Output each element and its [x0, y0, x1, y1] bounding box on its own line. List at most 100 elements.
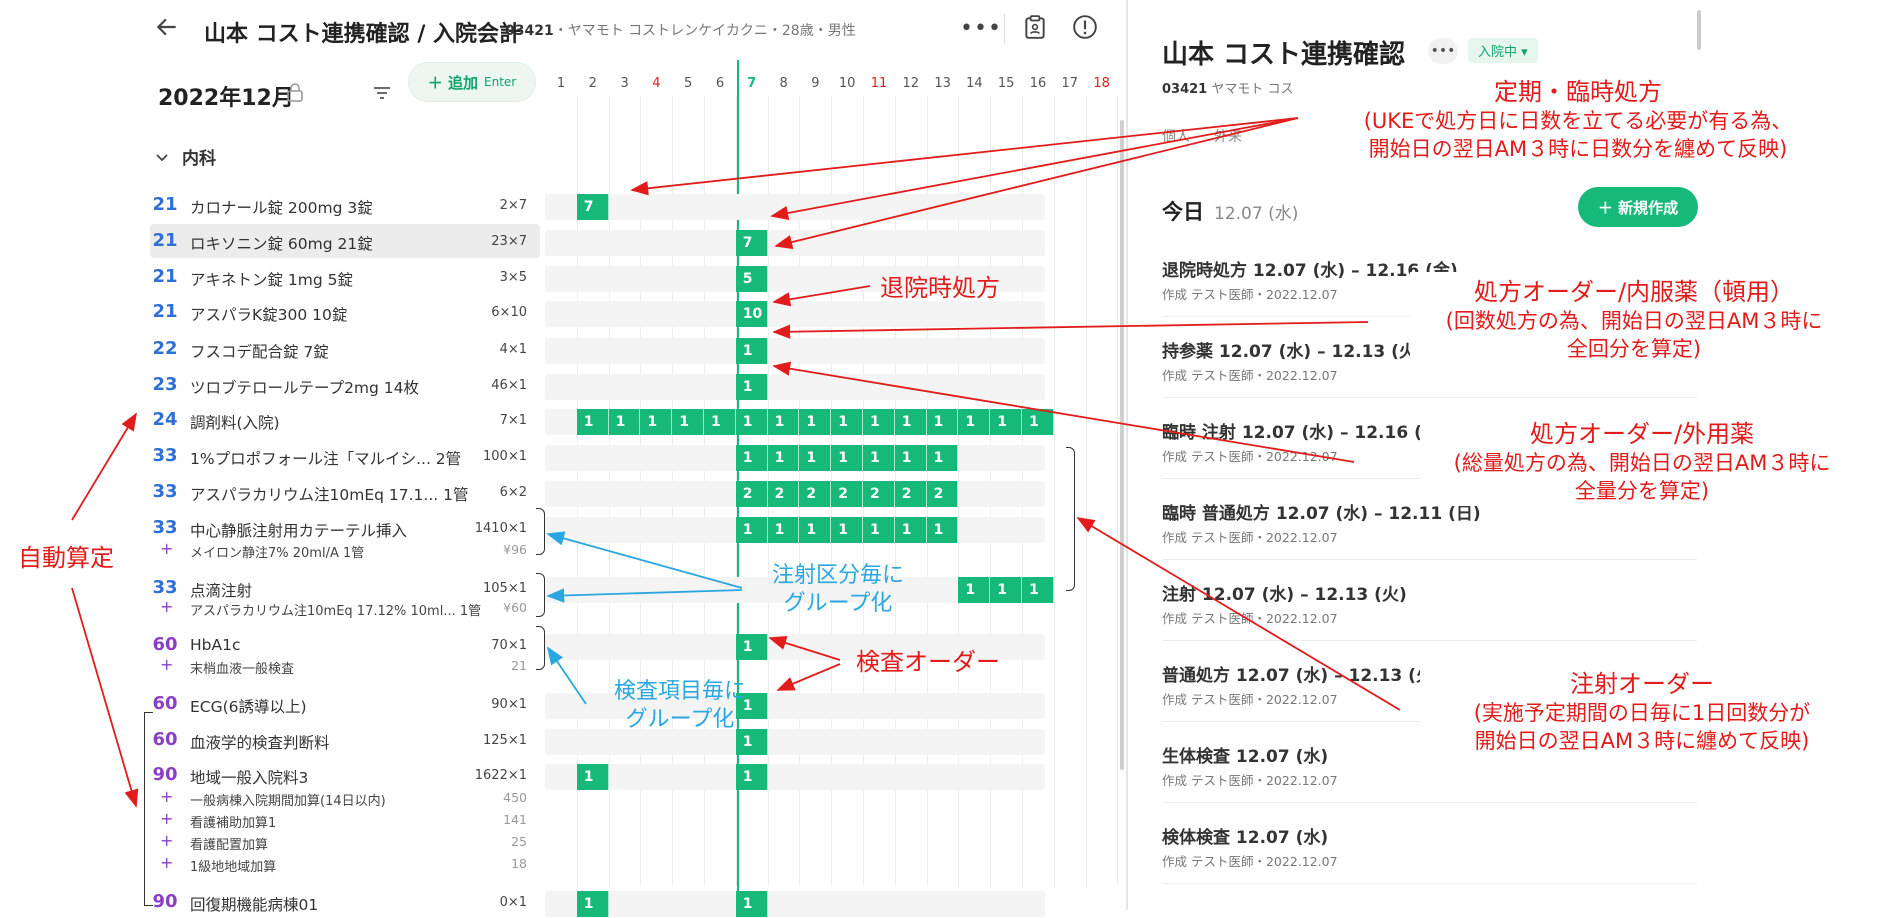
filter-button[interactable]: [372, 84, 392, 106]
schedule-cell[interactable]: 2: [799, 481, 832, 507]
schedule-cell[interactable]: 1: [831, 445, 863, 471]
schedule-cell[interactable]: 7: [735, 230, 768, 256]
schedule-cell[interactable]: 1: [704, 409, 736, 435]
annotation-teiki-line1: (UKEで処方日に日数を立てる必要が有る為、: [1363, 109, 1793, 133]
schedule-cell[interactable]: 2: [767, 481, 800, 507]
sub-item-name[interactable]: メイロン静注7% 20ml/A 1管: [190, 542, 364, 561]
add-button[interactable]: ＋ 追加 Enter: [408, 62, 536, 102]
schedule-cell[interactable]: 1: [640, 409, 673, 435]
schedule-cell[interactable]: 1: [767, 445, 800, 471]
schedule-cell[interactable]: 1: [1022, 409, 1054, 435]
schedule-cell[interactable]: 1: [735, 338, 768, 364]
row-timeline-track: [545, 374, 1045, 400]
schedule-cell[interactable]: 2: [735, 481, 768, 507]
tab-outpatient[interactable]: 外来: [1214, 126, 1242, 146]
schedule-cell[interactable]: 1: [990, 577, 1022, 603]
order-title[interactable]: 注射 12.07 (水) – 12.13 (火): [1162, 580, 1407, 605]
schedule-cell[interactable]: 1: [926, 445, 959, 471]
sub-item-name[interactable]: 一般病棟入院期間加算(14日以内): [190, 790, 386, 809]
schedule-cell[interactable]: 1: [767, 517, 800, 543]
schedule-cell[interactable]: 2: [894, 481, 927, 507]
row-name[interactable]: 血液学的検査判断料: [190, 731, 330, 753]
more-button[interactable]: •••: [960, 16, 1002, 41]
schedule-cell[interactable]: 10: [735, 301, 768, 327]
schedule-cell[interactable]: 1: [735, 891, 768, 917]
schedule-cell[interactable]: 1: [926, 409, 959, 435]
right-pane-scroll[interactable]: [1697, 10, 1701, 50]
schedule-cell[interactable]: 2: [926, 481, 959, 507]
row-name[interactable]: アスパラカリウム注10mEq 17.1... 1管: [190, 483, 468, 505]
schedule-cell[interactable]: 2: [831, 481, 863, 507]
left-pane-scrollbar[interactable]: [1120, 120, 1124, 770]
schedule-cell[interactable]: 1: [672, 409, 704, 435]
row-name[interactable]: アスパラK錠300 10錠: [190, 303, 347, 325]
row-name[interactable]: HbA1c: [190, 636, 240, 654]
row-name[interactable]: ツロブテロールテープ2mg 14枚: [190, 376, 419, 398]
row-name[interactable]: ロキソニン錠 60mg 21錠: [190, 232, 373, 254]
sub-item-name[interactable]: 看護補助加算1: [190, 812, 276, 831]
alert-button[interactable]: [1072, 14, 1098, 44]
annotation-kensa-group-line1: 検査項目毎に: [613, 679, 746, 704]
schedule-cell[interactable]: 1: [576, 409, 609, 435]
schedule-cell[interactable]: 1: [990, 409, 1022, 435]
row-name[interactable]: フスコデ配合錠 7錠: [190, 340, 329, 362]
order-title[interactable]: 臨時 注射 12.07 (水) – 12.16 (金): [1162, 418, 1447, 443]
schedule-cell[interactable]: 1: [576, 891, 609, 917]
right-more-button[interactable]: •••: [1428, 38, 1458, 64]
sub-item-name[interactable]: 末梢血液一般検査: [190, 658, 294, 677]
schedule-cell[interactable]: 1: [735, 374, 768, 400]
tab-personal[interactable]: 個人: [1162, 126, 1190, 146]
schedule-cell[interactable]: 1: [958, 409, 991, 435]
schedule-cell[interactable]: 1: [767, 409, 800, 435]
schedule-cell[interactable]: 1: [735, 445, 768, 471]
schedule-cell[interactable]: 1: [735, 634, 768, 660]
schedule-cell[interactable]: 1: [926, 517, 959, 543]
row-code: 21: [152, 301, 178, 322]
day-gridline: [1117, 96, 1119, 886]
row-name[interactable]: カロナール錠 200mg 3錠: [190, 196, 373, 218]
schedule-cell[interactable]: 1: [735, 409, 768, 435]
schedule-cell[interactable]: 7: [576, 194, 609, 220]
section-toggle[interactable]: 内科: [154, 144, 216, 169]
clipboard-button[interactable]: [1022, 14, 1048, 44]
row-name[interactable]: 1%プロポフォール注「マルイシ... 2管: [190, 447, 461, 469]
back-button[interactable]: [154, 14, 184, 44]
schedule-cell[interactable]: 1: [799, 517, 832, 543]
sub-item-name[interactable]: アスパラカリウム注10mEq 17.12% 10ml... 1管: [190, 600, 481, 619]
row-name[interactable]: アキネトン錠 1mg 5錠: [190, 268, 353, 290]
status-badge[interactable]: 入院中 ▾: [1468, 38, 1538, 63]
schedule-cell[interactable]: 1: [958, 577, 991, 603]
row-name[interactable]: ECG(6誘導以上): [190, 695, 307, 717]
schedule-cell[interactable]: 2: [863, 481, 895, 507]
annotation-teiki-title: 定期・臨時処方: [1494, 78, 1662, 106]
schedule-cell[interactable]: 1: [894, 517, 927, 543]
row-name[interactable]: 回復期機能病棟01: [190, 893, 318, 915]
schedule-cell[interactable]: 1: [863, 445, 895, 471]
schedule-cell[interactable]: 1: [894, 445, 927, 471]
sub-item-value: 18: [511, 856, 527, 871]
order-title[interactable]: 普通処方 12.07 (水) – 12.13 (火): [1162, 661, 1441, 686]
schedule-cell[interactable]: 1: [799, 445, 832, 471]
schedule-cell[interactable]: 1: [1022, 577, 1054, 603]
schedule-cell[interactable]: 1: [894, 409, 927, 435]
row-name[interactable]: 地域一般入院料3: [190, 766, 308, 788]
schedule-cell[interactable]: 1: [863, 517, 895, 543]
order-title[interactable]: 持参薬 12.07 (水) – 12.13 (火): [1162, 337, 1424, 362]
schedule-cell[interactable]: 1: [831, 517, 863, 543]
schedule-cell[interactable]: 1: [735, 764, 768, 790]
schedule-cell[interactable]: 1: [608, 409, 641, 435]
schedule-cell[interactable]: 1: [799, 409, 832, 435]
order-title[interactable]: 生体検査 12.07 (水): [1162, 742, 1328, 767]
new-order-button[interactable]: ＋ 新規作成: [1578, 187, 1698, 227]
order-title[interactable]: 検体検査 12.07 (水): [1162, 823, 1328, 848]
schedule-cell[interactable]: 1: [863, 409, 895, 435]
row-name[interactable]: 中心静脈注射用カテーテル挿入: [190, 519, 407, 541]
sub-item-name[interactable]: 看護配置加算: [190, 834, 268, 853]
schedule-cell[interactable]: 5: [735, 266, 768, 292]
sub-item-name[interactable]: 1級地地域加算: [190, 856, 276, 875]
schedule-cell[interactable]: 1: [831, 409, 863, 435]
row-name[interactable]: 調剤料(入院): [190, 411, 280, 433]
schedule-cell[interactable]: 1: [735, 517, 768, 543]
row-name[interactable]: 点滴注射: [190, 579, 252, 601]
schedule-cell[interactable]: 1: [576, 764, 609, 790]
